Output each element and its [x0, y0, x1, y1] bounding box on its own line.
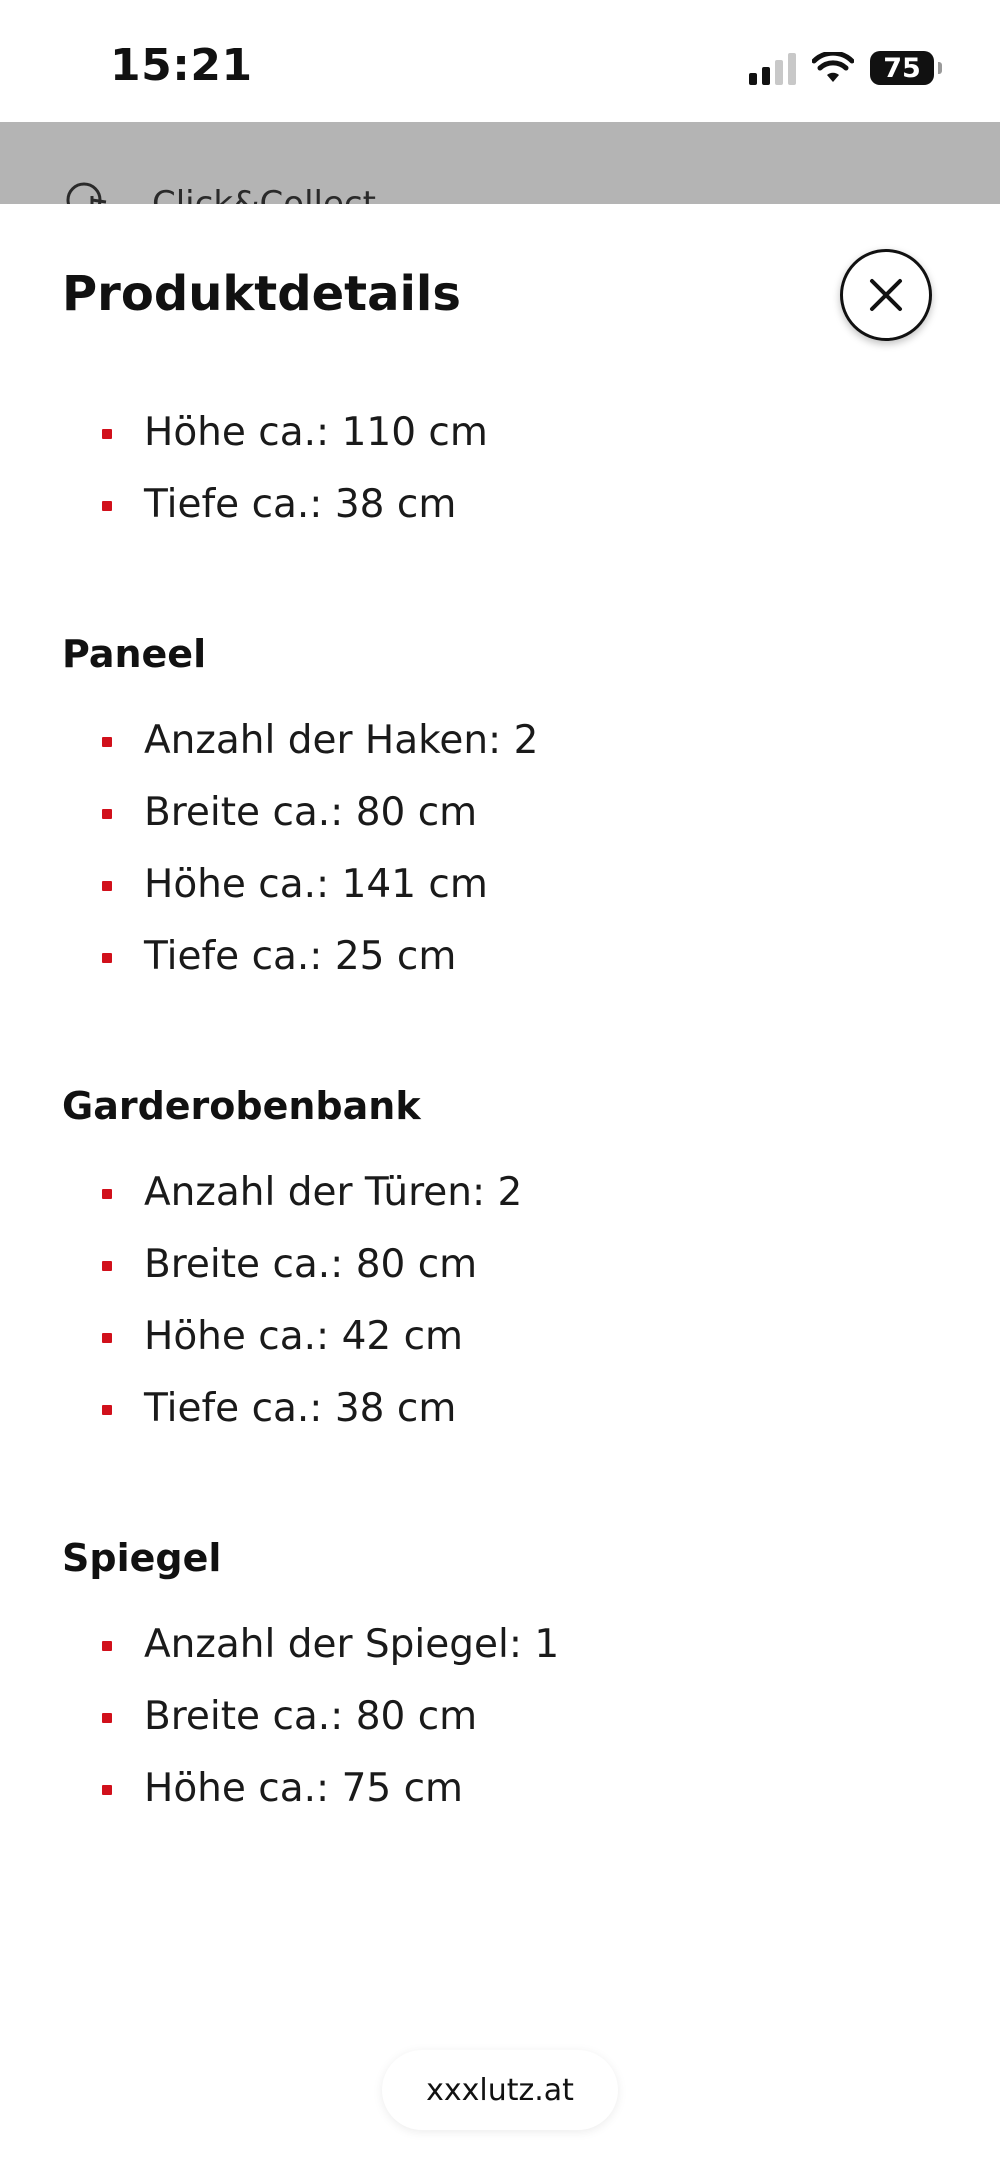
detail-item: Tiefe ca.: 38 cm — [0, 1373, 1000, 1445]
detail-group-paneel: Paneel Anzahl der Haken: 2 Breite ca.: 8… — [0, 629, 1000, 993]
detail-item: Anzahl der Haken: 2 — [0, 705, 1000, 777]
close-button[interactable] — [840, 249, 932, 341]
close-x-icon — [870, 279, 902, 311]
wifi-icon — [812, 52, 854, 82]
detail-item: Höhe ca.: 141 cm — [0, 849, 1000, 921]
detail-list: Anzahl der Haken: 2 Breite ca.: 80 cm Hö… — [0, 705, 1000, 993]
detail-group-spiegel: Spiegel Anzahl der Spiegel: 1 Breite ca.… — [0, 1533, 1000, 1825]
status-icons: 75 — [749, 48, 942, 88]
battery-level: 75 — [883, 52, 921, 84]
detail-item: Höhe ca.: 42 cm — [0, 1301, 1000, 1373]
cellular-signal-icon — [749, 51, 796, 85]
status-bar: 15:21 75 — [0, 0, 1000, 122]
sheet-title: Produktdetails — [62, 266, 461, 322]
detail-item: Anzahl der Türen: 2 — [0, 1157, 1000, 1229]
group-title: Spiegel — [62, 1536, 222, 1580]
detail-item: Breite ca.: 80 cm — [0, 777, 1000, 849]
detail-item: Höhe ca.: 110 cm — [0, 397, 1000, 469]
status-time: 15:21 — [110, 40, 253, 91]
detail-item: Tiefe ca.: 25 cm — [0, 921, 1000, 993]
detail-group-intro: Höhe ca.: 110 cm Tiefe ca.: 38 cm — [0, 397, 1000, 541]
detail-item: Breite ca.: 80 cm — [0, 1229, 1000, 1301]
hand-pointer-icon — [66, 182, 107, 204]
group-title: Paneel — [62, 632, 207, 676]
background-page-overlay[interactable]: Click&Collect — [0, 122, 1000, 204]
detail-item: Höhe ca.: 75 cm — [0, 1753, 1000, 1825]
detail-list: Höhe ca.: 110 cm Tiefe ca.: 38 cm — [0, 397, 1000, 541]
detail-group-garderobenbank: Garderobenbank Anzahl der Türen: 2 Breit… — [0, 1081, 1000, 1445]
battery-icon: 75 — [870, 51, 942, 85]
product-details-sheet: Produktdetails Höhe ca.: 110 cm Tiefe ca… — [0, 204, 1000, 2168]
detail-list: Anzahl der Spiegel: 1 Breite ca.: 80 cm … — [0, 1609, 1000, 1825]
detail-item: Tiefe ca.: 38 cm — [0, 469, 1000, 541]
detail-item: Anzahl der Spiegel: 1 — [0, 1609, 1000, 1681]
group-title: Garderobenbank — [62, 1084, 421, 1128]
browser-url-bar[interactable]: xxxlutz.at — [382, 2050, 618, 2130]
url-text: xxxlutz.at — [426, 2072, 574, 2108]
details-content: Höhe ca.: 110 cm Tiefe ca.: 38 cm Paneel… — [0, 397, 1000, 1913]
detail-item: Breite ca.: 80 cm — [0, 1681, 1000, 1753]
click-collect-label: Click&Collect — [152, 184, 376, 204]
detail-list: Anzahl der Türen: 2 Breite ca.: 80 cm Hö… — [0, 1157, 1000, 1445]
